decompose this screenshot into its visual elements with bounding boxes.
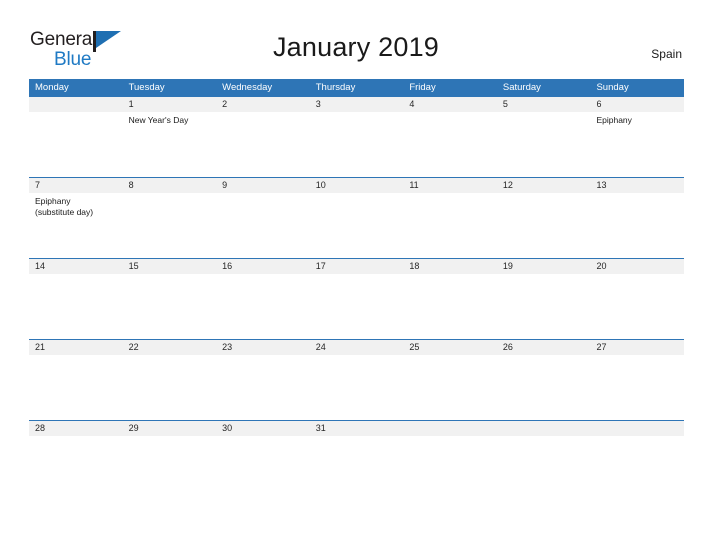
date-number[interactable]: 26 [497, 340, 591, 355]
day-event-text [123, 436, 217, 500]
weekday-header-sunday: Sunday [596, 82, 629, 93]
date-number[interactable]: 30 [216, 421, 310, 436]
day-event-text [403, 193, 497, 257]
page-title: January 2019 [272, 32, 440, 62]
date-number[interactable]: 17 [310, 259, 404, 274]
day-event-text: Epiphany [596, 115, 632, 125]
date-number[interactable]: 5 [497, 97, 591, 112]
date-band: 7 8 9 10 11 12 13 [29, 178, 684, 193]
date-number[interactable]: 21 [29, 340, 123, 355]
date-number[interactable] [29, 97, 123, 112]
day-event-text [497, 436, 591, 500]
day-event-text [403, 112, 497, 176]
weekday-header-saturday: Saturday [502, 82, 541, 93]
day-event-text [216, 274, 310, 338]
date-number[interactable] [590, 421, 684, 436]
date-number[interactable]: 28 [29, 421, 123, 436]
date-number[interactable]: 9 [216, 178, 310, 193]
calendar-grid: Monday Tuesday Wednesday Thursday Friday… [29, 79, 684, 501]
day-event-text [497, 193, 591, 257]
date-number[interactable]: 18 [403, 259, 497, 274]
day-event-text [216, 112, 310, 176]
day-event-text [310, 112, 404, 176]
weekday-header-tuesday: Tuesday [128, 82, 165, 93]
country-label: Spain [651, 47, 682, 61]
date-number[interactable]: 3 [310, 97, 404, 112]
date-number[interactable]: 10 [310, 178, 404, 193]
event-band: Epiphany (substitute day) [29, 193, 684, 257]
date-number[interactable]: 24 [310, 340, 404, 355]
day-event-text: Epiphany (substitute day) [35, 196, 94, 217]
date-band: 28 29 30 31 [29, 421, 684, 436]
date-number[interactable]: 16 [216, 259, 310, 274]
weekday-header-wednesday: Wednesday [222, 82, 273, 93]
day-event-text [123, 193, 217, 257]
event-band [29, 274, 684, 338]
week-row: 1 2 3 4 5 6 New Year's Day Epiphany [29, 96, 684, 177]
weekday-header-monday: Monday [35, 82, 69, 93]
day-event-text [123, 355, 217, 419]
day-event-text [216, 193, 310, 257]
date-number[interactable]: 25 [403, 340, 497, 355]
date-band: 14 15 16 17 18 19 20 [29, 259, 684, 274]
week-row: 14 15 16 17 18 19 20 [29, 258, 684, 339]
date-number[interactable]: 23 [216, 340, 310, 355]
day-event-text [497, 355, 591, 419]
date-number[interactable]: 4 [403, 97, 497, 112]
day-event-text [403, 274, 497, 338]
day-event-text [590, 274, 684, 338]
event-band: New Year's Day Epiphany [29, 112, 684, 176]
date-number[interactable]: 31 [310, 421, 404, 436]
date-number[interactable]: 27 [590, 340, 684, 355]
day-event-text [403, 436, 497, 500]
date-number[interactable]: 6 [590, 97, 684, 112]
weekday-header-thursday: Thursday [315, 82, 356, 93]
day-event-text [497, 274, 591, 338]
date-number[interactable]: 29 [123, 421, 217, 436]
day-event-text: New Year's Day [128, 115, 189, 125]
event-band [29, 355, 684, 419]
day-event-text [29, 436, 123, 500]
date-number[interactable]: 19 [497, 259, 591, 274]
date-band: 1 2 3 4 5 6 [29, 97, 684, 112]
day-event-text [216, 355, 310, 419]
day-event-text [403, 355, 497, 419]
date-number[interactable]: 11 [403, 178, 497, 193]
date-number[interactable] [403, 421, 497, 436]
day-event-text [590, 193, 684, 257]
day-event-text [310, 274, 404, 338]
weekday-header-row: Monday Tuesday Wednesday Thursday Friday… [29, 79, 684, 96]
day-event-text [29, 274, 123, 338]
date-number[interactable] [497, 421, 591, 436]
day-event-text [590, 355, 684, 419]
date-number[interactable]: 2 [216, 97, 310, 112]
date-number[interactable]: 14 [29, 259, 123, 274]
day-event-text [310, 436, 404, 500]
date-number[interactable]: 22 [123, 340, 217, 355]
day-event-text [123, 274, 217, 338]
day-event-text [310, 355, 404, 419]
date-number[interactable]: 7 [29, 178, 123, 193]
calendar-page: General Blue January 2019 Spain Monday T… [0, 0, 712, 550]
week-row: 28 29 30 31 [29, 420, 684, 501]
weekday-header-friday: Friday [409, 82, 436, 93]
date-number[interactable]: 15 [123, 259, 217, 274]
page-header: General Blue January 2019 Spain [0, 0, 712, 78]
week-row: 7 8 9 10 11 12 13 Epiphany (substitute d… [29, 177, 684, 258]
day-event-text [310, 193, 404, 257]
date-number[interactable]: 12 [497, 178, 591, 193]
date-number[interactable]: 1 [123, 97, 217, 112]
day-event-text [590, 436, 684, 500]
day-event-text [29, 112, 123, 176]
date-band: 21 22 23 24 25 26 27 [29, 340, 684, 355]
day-event-text [216, 436, 310, 500]
event-band [29, 436, 684, 500]
day-event-text [29, 355, 123, 419]
week-row: 21 22 23 24 25 26 27 [29, 339, 684, 420]
date-number[interactable]: 13 [590, 178, 684, 193]
date-number[interactable]: 20 [590, 259, 684, 274]
day-event-text [497, 112, 591, 176]
date-number[interactable]: 8 [123, 178, 217, 193]
